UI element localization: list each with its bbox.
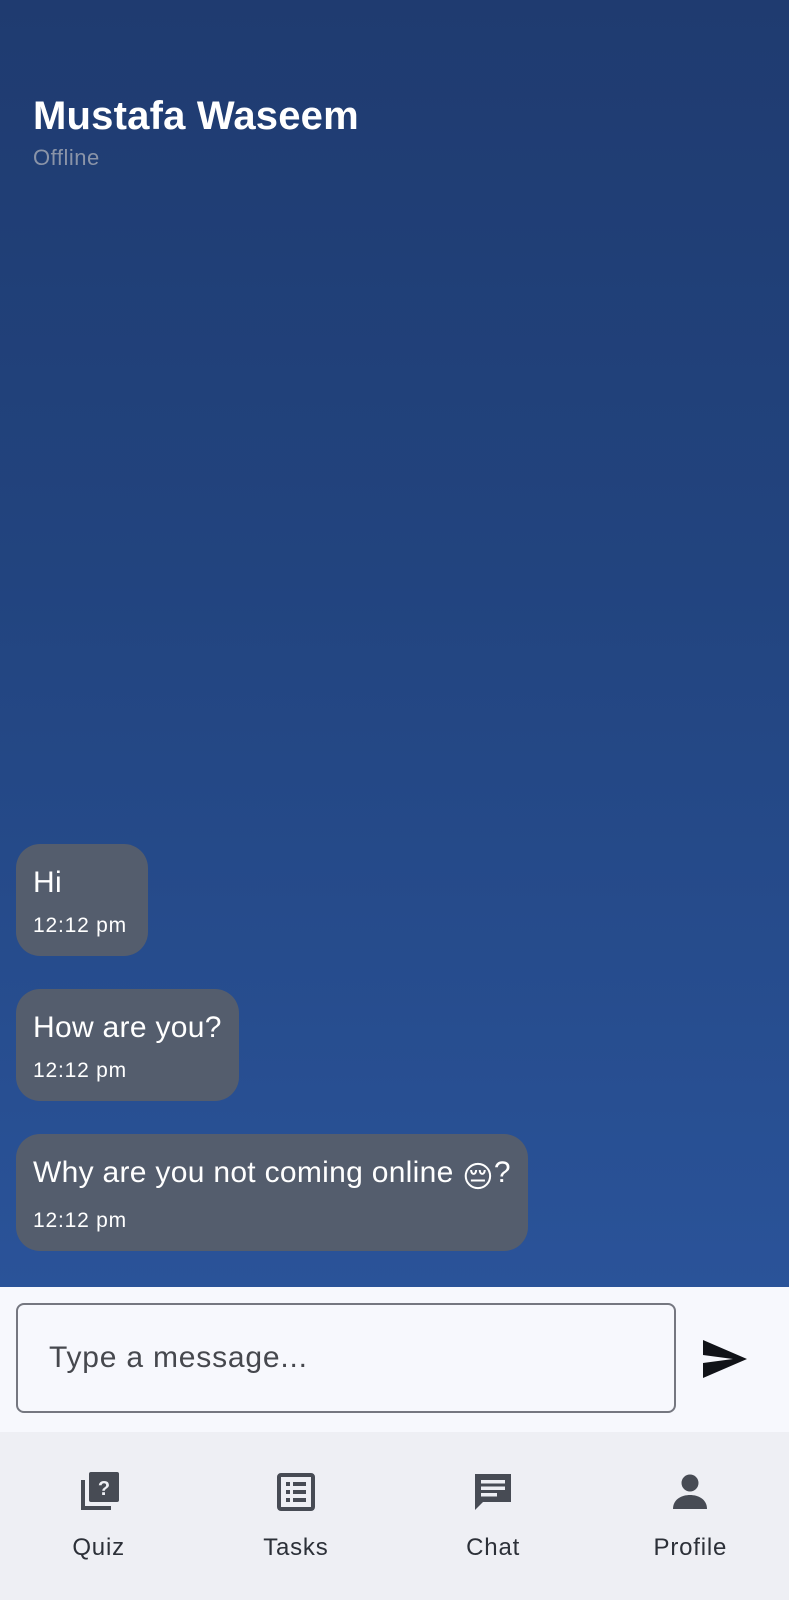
message-bubble[interactable]: Hi 12:12 pm <box>16 844 148 956</box>
message-time: 12:12 pm <box>33 1059 127 1082</box>
send-button[interactable] <box>699 1333 751 1385</box>
nav-label-tasks: Tasks <box>263 1534 329 1561</box>
chat-header: Mustafa Waseem Offline <box>33 92 359 172</box>
message-input[interactable] <box>16 1303 676 1413</box>
chat-area: Mustafa Waseem Offline Hi 12:12 pm How a… <box>0 0 789 1287</box>
nav-item-tasks[interactable]: Tasks <box>197 1432 394 1600</box>
contact-status: Offline <box>33 145 100 170</box>
svg-text:?: ? <box>98 1478 110 1500</box>
message-composer <box>0 1287 789 1432</box>
nav-item-quiz[interactable]: ? Quiz <box>0 1432 197 1600</box>
quiz-icon: ? <box>75 1468 123 1516</box>
profile-icon <box>666 1468 714 1516</box>
message-text-part: ? <box>493 1156 511 1189</box>
nav-item-profile[interactable]: Profile <box>592 1432 789 1600</box>
message-time: 12:12 pm <box>33 1209 127 1232</box>
contact-name: Mustafa Waseem <box>33 94 359 138</box>
nav-label-chat: Chat <box>466 1534 521 1561</box>
bottom-navigation: ? Quiz Tasks Chat Profile <box>0 1432 789 1600</box>
message-text: Hi <box>33 866 62 899</box>
pensive-face-emoji: 😔 <box>462 1161 494 1194</box>
message-bubble[interactable]: Why are you not coming online 😔? 12:12 p… <box>16 1134 528 1251</box>
message-text: How are you? <box>33 1011 222 1044</box>
message-text: Why are you not coming online 😔? <box>33 1156 511 1195</box>
nav-item-chat[interactable]: Chat <box>395 1432 592 1600</box>
send-icon <box>703 1340 747 1378</box>
message-bubble[interactable]: How are you? 12:12 pm <box>16 989 239 1101</box>
message-text-part: Why are you not coming online <box>33 1156 463 1189</box>
nav-label-profile: Profile <box>653 1534 728 1561</box>
nav-label-quiz: Quiz <box>72 1534 125 1561</box>
tasks-icon <box>272 1468 320 1516</box>
message-list: Hi 12:12 pm How are you? 12:12 pm Why ar… <box>16 844 528 1284</box>
message-time: 12:12 pm <box>33 914 127 937</box>
chat-icon <box>469 1468 517 1516</box>
